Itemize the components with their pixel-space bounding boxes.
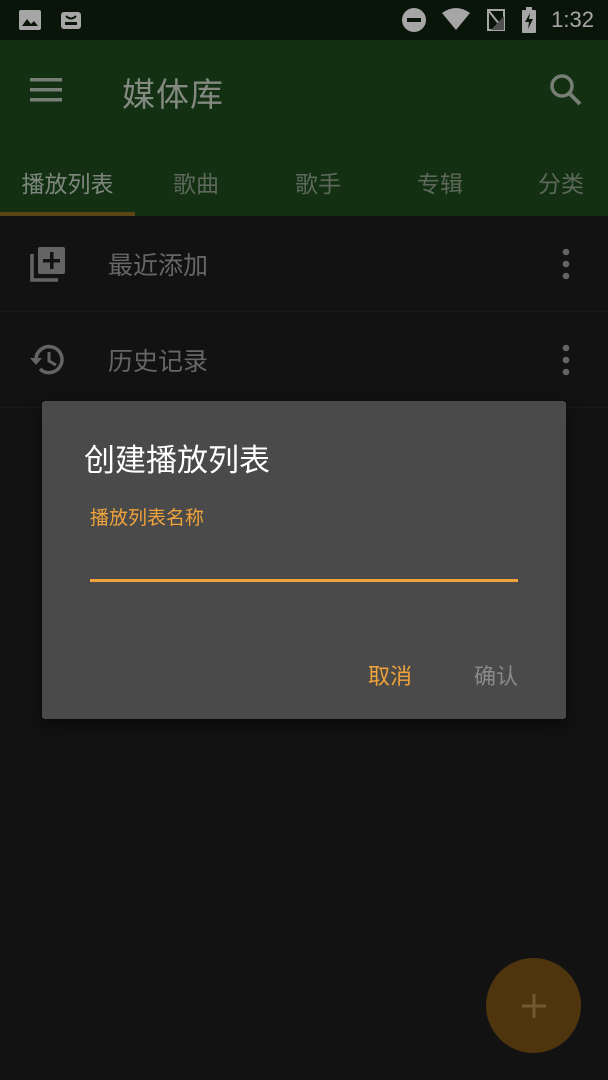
dialog-title: 创建播放列表 [84, 443, 270, 479]
screen: 1:32 媒体库 播放列表 歌曲 歌手 专辑 分类 最近添加 历史记录 创建播放… [0, 0, 608, 1080]
cancel-button[interactable]: 取消 [368, 659, 412, 691]
create-playlist-dialog: 创建播放列表 播放列表名称 取消 确认 [42, 401, 566, 719]
dialog-actions: 取消 确认 [368, 659, 518, 691]
playlist-name-label: 播放列表名称 [90, 507, 205, 529]
confirm-button[interactable]: 确认 [474, 659, 518, 691]
playlist-name-input[interactable] [90, 535, 518, 582]
